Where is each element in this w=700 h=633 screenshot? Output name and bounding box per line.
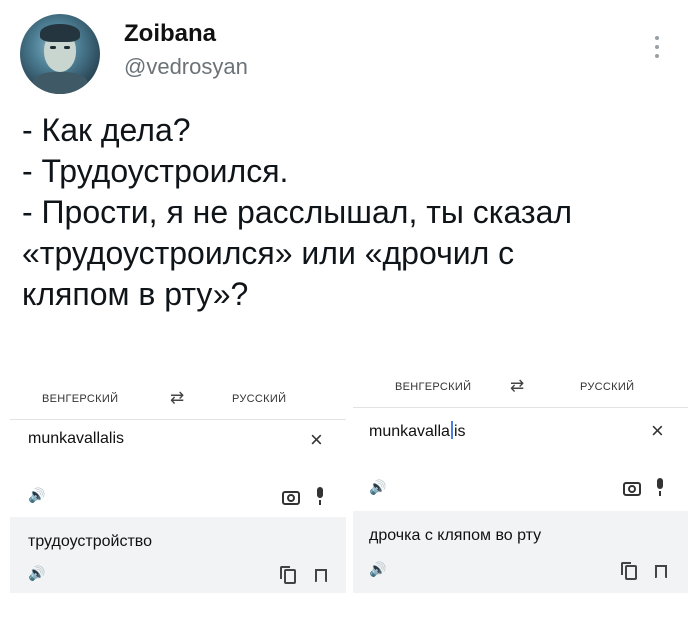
tweet-line: - Как дела?: [22, 112, 191, 148]
more-options-icon[interactable]: [654, 36, 660, 63]
source-text-input[interactable]: munkavalla is: [369, 421, 466, 441]
target-language-button[interactable]: РУССКИЙ: [580, 381, 634, 393]
text-cursor: [450, 421, 453, 439]
microphone-icon[interactable]: [657, 478, 663, 496]
copy-icon[interactable]: [280, 566, 296, 584]
translation-result: дрочка с кляпом во рту: [369, 527, 542, 544]
author-handle[interactable]: @vedrosyan: [124, 54, 248, 80]
tweet-line: - Трудоустроился.: [22, 153, 289, 189]
microphone-icon[interactable]: [317, 487, 323, 505]
tweet-line: кляпом в рту»?: [22, 276, 249, 312]
translation-screenshot-right: ВЕНГЕРСКИЙ ⇄ РУССКИЙ munkavalla is × 🔊 др…: [353, 365, 688, 593]
swap-languages-icon[interactable]: ⇄: [510, 376, 525, 396]
target-language-button[interactable]: РУССКИЙ: [232, 393, 286, 405]
source-text-before-cursor: munkavalla: [369, 423, 450, 440]
tweet-text: - Как дела? - Трудоустроился. - Прости, …: [22, 110, 682, 315]
source-text-after-cursor: is: [453, 423, 466, 440]
translation-screenshot-left: ВЕНГЕРСКИЙ ⇄ РУССКИЙ munkavallalis × 🔊 т…: [10, 377, 346, 593]
source-language-button[interactable]: ВЕНГЕРСКИЙ: [42, 393, 118, 405]
language-bar: ВЕНГЕРСКИЙ ⇄ РУССКИЙ: [353, 365, 688, 408]
tweet-line: «трудоустроился» или «дрочил с: [22, 235, 515, 271]
speaker-icon[interactable]: 🔊: [28, 487, 45, 504]
result-area: дрочка с кляпом во рту 🔊: [353, 511, 688, 593]
result-speaker-icon[interactable]: 🔊: [369, 561, 386, 578]
avatar-eye-shape: [64, 46, 70, 49]
avatar[interactable]: [20, 14, 100, 94]
copy-icon[interactable]: [621, 562, 637, 580]
source-language-button[interactable]: ВЕНГЕРСКИЙ: [395, 381, 471, 393]
camera-icon[interactable]: [623, 482, 641, 496]
avatar-eye-shape: [50, 46, 56, 49]
speaker-icon[interactable]: 🔊: [369, 479, 386, 496]
language-bar: ВЕНГЕРСКИЙ ⇄ РУССКИЙ: [10, 377, 346, 420]
avatar-body-shape: [32, 72, 88, 94]
clear-icon[interactable]: ×: [651, 418, 664, 444]
avatar-hair-shape: [40, 24, 80, 42]
source-text-input[interactable]: munkavallalis: [28, 430, 124, 448]
bookmark-icon[interactable]: [655, 565, 667, 579]
tweet-line: - Прости, я не расслышал, ты сказал: [22, 194, 573, 230]
clear-icon[interactable]: ×: [310, 427, 323, 453]
swap-languages-icon[interactable]: ⇄: [170, 388, 185, 408]
result-speaker-icon[interactable]: 🔊: [28, 565, 45, 582]
author-name[interactable]: Zoibana: [124, 20, 216, 48]
result-area: трудоустройство 🔊: [10, 517, 346, 593]
camera-icon[interactable]: [282, 491, 300, 505]
translation-result: трудоустройство: [28, 533, 152, 550]
bookmark-icon[interactable]: [315, 569, 327, 583]
